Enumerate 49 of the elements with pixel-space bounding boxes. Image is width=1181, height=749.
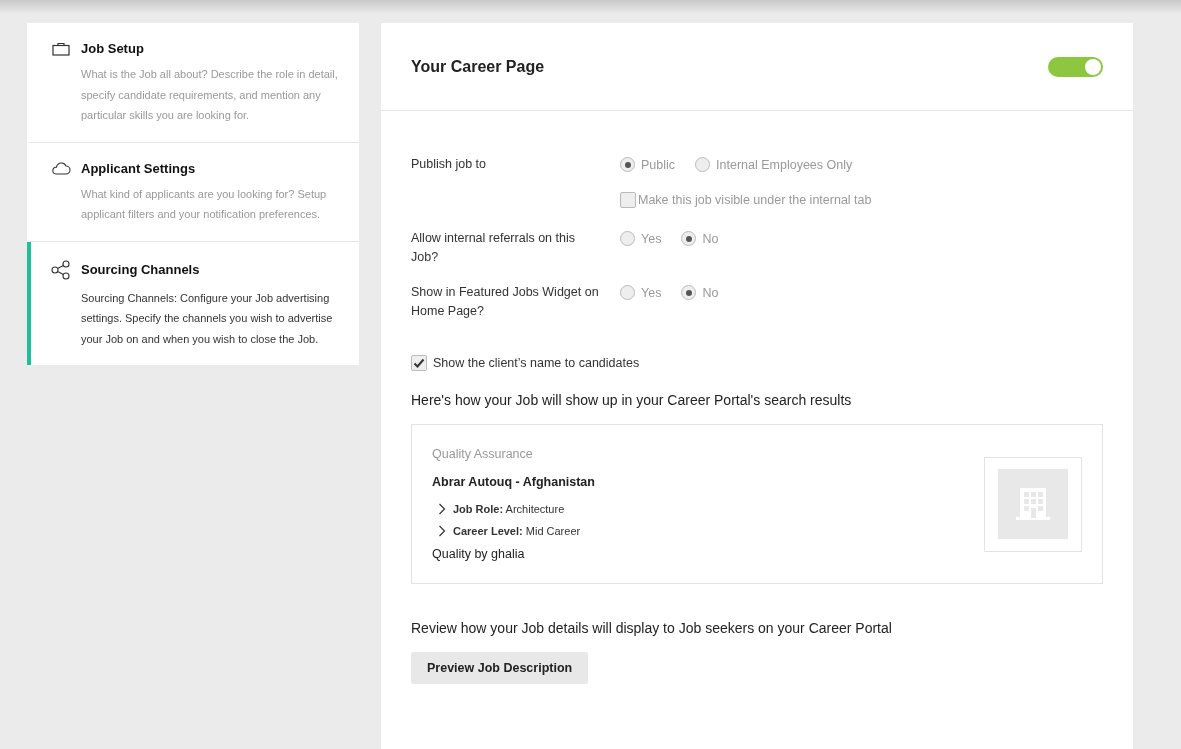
sidebar-item-title: Applicant Settings: [81, 160, 196, 176]
radio-option[interactable]: No: [681, 283, 719, 302]
sidebar-item-description: What is the Job all about? Describe the role in detail, specify candidate requirements, and mention any particular skills you are looking for.: [81, 67, 339, 123]
sidebar-item[interactable]: Sourcing Channels Sourcing Channels: Configure your Job advertising settings. Specify the channels you wish to advertise your Job on and when you wish to close the Job.: [27, 241, 359, 365]
job-detail: Job Role: Architecture: [453, 503, 565, 515]
option-label: No: [702, 285, 719, 300]
job-title: Abrar Autouq - Afghanistan: [432, 475, 595, 489]
option-label: No: [702, 231, 719, 246]
radio-option[interactable]: Yes: [620, 229, 662, 248]
checkbox[interactable]: [620, 191, 636, 208]
radio-button[interactable]: [681, 231, 697, 246]
checkbox-label: Make this job visible under the internal tab: [638, 192, 872, 207]
sidebar-item-title: Job Setup: [81, 41, 144, 56]
share-icon: [51, 259, 71, 280]
radio-option[interactable]: Public: [620, 155, 676, 174]
toggle-switch[interactable]: [1048, 56, 1103, 77]
cloud-icon: [51, 161, 71, 175]
radio-button[interactable]: [620, 285, 635, 300]
sidebar-item-description: Sourcing Channels: Configure your Job advertising settings. Specify the channels you wish to advertise your Job on and when you wish to close the Job.: [81, 290, 334, 347]
sidebar-item[interactable]: Applicant Settings What kind of applicants are you looking for? Setup applicant filters and your notification preferences.: [27, 142, 359, 242]
preview-heading: Here's how your Job will show up in your Career Portal's search results: [411, 392, 853, 408]
briefcase-icon: [51, 41, 71, 56]
option-label: Yes: [641, 231, 662, 246]
radio-button[interactable]: [620, 157, 635, 172]
option-label: Public: [641, 157, 676, 172]
field-label: Allow internal referrals on this Job?: [411, 230, 576, 266]
job-category: Quality Assurance: [432, 447, 534, 461]
option-label: Yes: [641, 285, 662, 300]
company-name: Quality by ghalia: [432, 547, 526, 561]
preview-job-description-button[interactable]: Preview Job Description: [411, 652, 589, 684]
option-label: Internal Employees Only: [716, 157, 853, 172]
card-title: Your Career Page: [411, 57, 545, 76]
job-detail: Career Level: Mid Career: [453, 525, 581, 537]
review-text: Review how your Job details will display to Job seekers on your Career Portal: [411, 620, 893, 636]
checkbox-label: Show the client’s name to candidates: [433, 355, 640, 370]
sidebar-item-title: Sourcing Channels: [81, 262, 200, 277]
field-label: Publish job to: [411, 156, 488, 173]
sidebar-item-description: What kind of applicants are you looking for? Setup applicant filters and your notification preferences.: [81, 186, 328, 222]
sidebar-item[interactable]: Job Setup What is the Job all about? Describe the role in detail, specify candidate requirements, and mention any particular skills you are looking for.: [27, 23, 359, 143]
field-label: Show in Featured Jobs Widget on Home Page?: [411, 284, 600, 320]
chevron-right-icon: [438, 525, 446, 537]
checkbox[interactable]: [411, 354, 427, 371]
chevron-right-icon: [438, 503, 446, 515]
radio-button[interactable]: [681, 285, 697, 300]
radio-option[interactable]: Internal Employees Only: [695, 155, 853, 174]
radio-button[interactable]: [620, 231, 635, 246]
radio-button[interactable]: [695, 157, 711, 172]
radio-option[interactable]: Yes: [620, 283, 662, 302]
radio-option[interactable]: No: [681, 229, 719, 248]
